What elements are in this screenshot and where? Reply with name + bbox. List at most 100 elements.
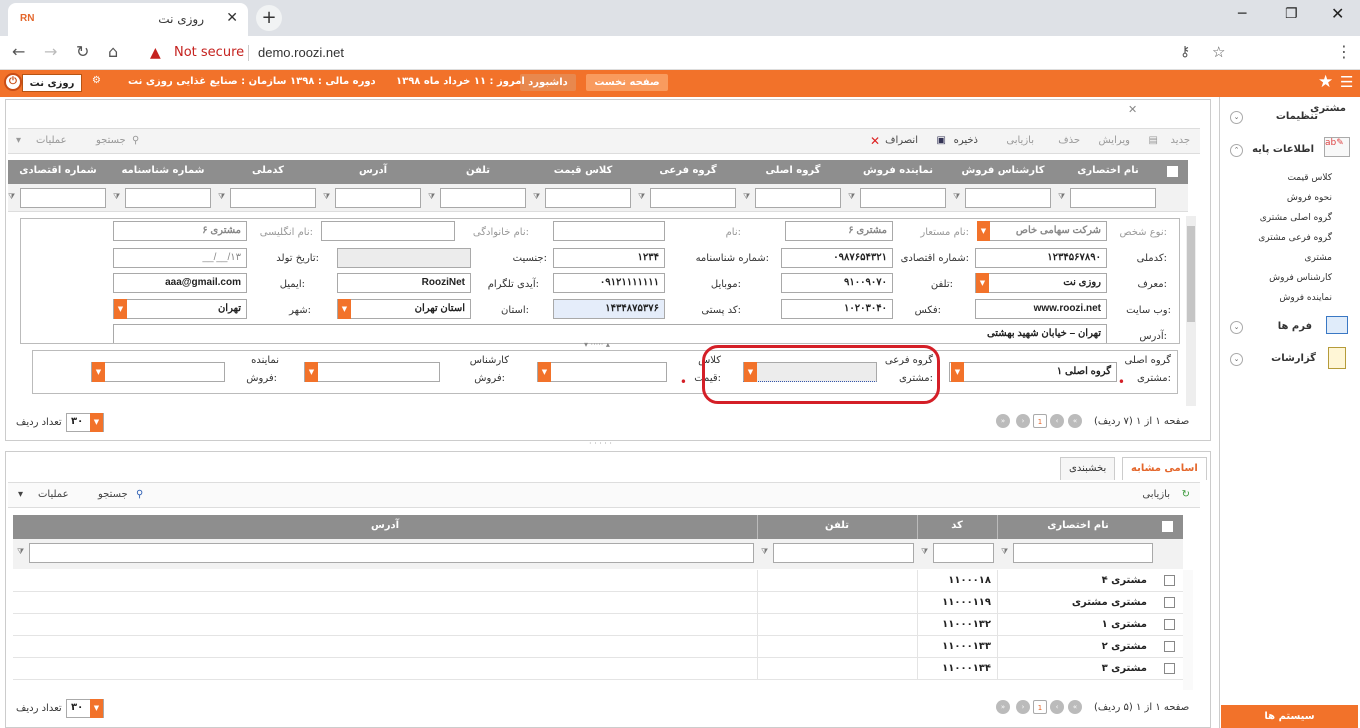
dropdown-arrow-icon[interactable]: ▼ [538, 362, 551, 382]
filter-input[interactable] [965, 188, 1051, 208]
col-sales-expert[interactable]: کارشناس فروش [953, 165, 1053, 176]
chevron-up-icon[interactable]: ⌃ [1230, 144, 1243, 157]
funnel-icon[interactable]: ⧩ [533, 192, 540, 202]
delete-button[interactable]: حذف [1058, 135, 1080, 146]
col-price-class[interactable]: کلاس قیمت [533, 165, 633, 176]
row-checkbox[interactable] [1164, 597, 1175, 608]
person-type-field[interactable]: شرکت سهامی خاص [977, 221, 1107, 241]
refresh-button[interactable]: بازیابی [1142, 489, 1170, 500]
user-name-box[interactable]: روزی نت [22, 74, 82, 92]
col-sales-rep[interactable]: نماینده فروش [848, 165, 948, 176]
english-name-field[interactable]: مشتری ۶ [113, 221, 247, 241]
home-icon[interactable]: ⌂ [108, 42, 118, 61]
row-checkbox[interactable] [1164, 663, 1175, 674]
funnel-icon[interactable]: ⧩ [743, 192, 750, 202]
funnel-icon[interactable]: ⧩ [638, 192, 645, 202]
filter-input[interactable] [755, 188, 841, 208]
col-code[interactable]: کد [918, 520, 996, 531]
filter-input[interactable] [933, 543, 994, 563]
col-short-name[interactable]: نام اختصاری [1058, 165, 1158, 176]
row-checkbox[interactable] [1164, 619, 1175, 630]
national-id-field[interactable]: ۱۲۳۴۵۶۷۸۹۰ [975, 248, 1107, 268]
funnel-icon[interactable]: ⧩ [17, 547, 24, 557]
col-sub-group[interactable]: گروه فرعی [638, 165, 738, 176]
first-name-field[interactable] [553, 221, 665, 241]
systems-button[interactable]: سیستم ها [1221, 705, 1358, 728]
edit-button[interactable]: ویرایش [1099, 135, 1130, 146]
dropdown-arrow-icon[interactable]: ▼ [951, 362, 964, 382]
filter-input[interactable] [545, 188, 631, 208]
main-group-field[interactable]: گروه اصلی ۱ [949, 362, 1117, 382]
sidebar-item-sales-expert[interactable]: کارشناس فروش [1269, 273, 1332, 283]
postal-code-field[interactable]: ۱۴۳۴۸۷۵۳۷۶ [553, 299, 665, 319]
mobile-field[interactable]: ۰۹۱۲۱۱۱۱۱۱۱ [553, 273, 665, 293]
province-field[interactable]: استان تهران [337, 299, 471, 319]
filter-input[interactable] [650, 188, 736, 208]
filter-input[interactable] [1070, 188, 1156, 208]
email-field[interactable]: aaa@gmail.com [113, 273, 247, 293]
sidebar-item-sales-rep[interactable]: نماینده فروش [1279, 293, 1332, 303]
telegram-field[interactable]: RooziNet [337, 273, 471, 293]
sidebar-forms[interactable]: فرم ها [1278, 321, 1312, 332]
funnel-icon[interactable]: ⧩ [1001, 547, 1008, 557]
col-id-number[interactable]: شماره شناسنامه [113, 165, 213, 176]
col-phone[interactable]: تلفن [758, 520, 916, 531]
filter-input[interactable] [335, 188, 421, 208]
reload-icon[interactable]: ↻ [76, 42, 89, 61]
funnel-icon[interactable]: ⧩ [113, 192, 120, 202]
filter-input[interactable] [20, 188, 106, 208]
fax-field[interactable]: ۱۰۲۰۳۰۴۰ [781, 299, 893, 319]
new-button[interactable]: جدید [1171, 135, 1190, 146]
price-class-field[interactable] [537, 362, 667, 382]
resize-handle-icon[interactable]: ▾ ····· ▴ [584, 340, 610, 349]
prev-page-icon[interactable]: ‹ [1050, 700, 1064, 714]
filter-input[interactable] [29, 543, 754, 563]
phone-field[interactable]: ۹۱۰۰۹۰۷۰ [781, 273, 893, 293]
filter-input[interactable] [440, 188, 526, 208]
tab-similar-names[interactable]: اسامی مشابه [1122, 457, 1207, 480]
filter-input[interactable] [230, 188, 316, 208]
col-main-group[interactable]: گروه اصلی [743, 165, 843, 176]
menu-icon[interactable]: ⋮ [1336, 42, 1352, 61]
funnel-icon[interactable]: ⧩ [323, 192, 330, 202]
operations-button[interactable]: عملیات [36, 135, 67, 146]
chevron-down-icon[interactable]: ⌄ [1230, 321, 1243, 334]
sidebar-reports[interactable]: گزارشات [1271, 353, 1316, 364]
tab-customer[interactable]: مشتری [1310, 103, 1346, 125]
not-secure-label[interactable]: Not secure [174, 45, 244, 60]
sidebar-item-price-class[interactable]: کلاس قیمت [1287, 173, 1332, 183]
funnel-icon[interactable]: ⧩ [218, 192, 225, 202]
dropdown-arrow-icon[interactable]: ▼ [90, 699, 103, 718]
browser-tab[interactable]: RN روزی نت ✕ [8, 3, 248, 36]
col-national-id[interactable]: کدملی [218, 165, 318, 176]
funnel-icon[interactable]: ⧩ [921, 547, 928, 557]
hamburger-icon[interactable]: ☰ [1340, 73, 1353, 91]
sidebar-item-customer[interactable]: مشتری [1304, 253, 1332, 263]
cancel-button[interactable]: انصراف [885, 135, 918, 146]
star-icon[interactable]: ☆ [1212, 43, 1225, 61]
row-checkbox[interactable] [1164, 641, 1175, 652]
back-icon[interactable]: ← [12, 42, 25, 61]
sidebar-item-sub-group[interactable]: گروه فرعی مشتری [1258, 233, 1332, 243]
dropdown-arrow-icon[interactable]: ▼ [976, 273, 989, 293]
filter-input[interactable] [860, 188, 946, 208]
refresh-button[interactable]: بازیابی [1006, 135, 1034, 146]
filter-input[interactable] [125, 188, 211, 208]
birth-date-field[interactable]: __/__/۱۳ [113, 248, 247, 268]
dashboard-button[interactable]: داشبورد [520, 74, 576, 91]
dropdown-arrow-icon[interactable]: ▼ [114, 299, 127, 319]
col-short-name[interactable]: نام اختصاری [998, 520, 1158, 531]
funnel-icon[interactable]: ⧩ [848, 192, 855, 202]
dropdown-arrow-icon[interactable]: ▼ [338, 299, 351, 319]
sales-rep-field[interactable] [91, 362, 225, 382]
gear-icon[interactable]: ⚙ [92, 75, 101, 86]
city-field[interactable]: تهران [113, 299, 247, 319]
sidebar-base-info[interactable]: اطلاعات پایه [1252, 144, 1314, 155]
scroll-thumb[interactable] [1187, 226, 1195, 322]
close-tab-icon[interactable]: ✕ [1128, 103, 1137, 116]
close-window-button[interactable]: ✕ [1331, 4, 1344, 23]
first-page-icon[interactable]: « [1068, 414, 1082, 428]
operations-button[interactable]: عملیات [38, 489, 69, 500]
search-button[interactable]: جستجو [96, 135, 126, 146]
next-page-icon[interactable]: › [1016, 414, 1030, 428]
